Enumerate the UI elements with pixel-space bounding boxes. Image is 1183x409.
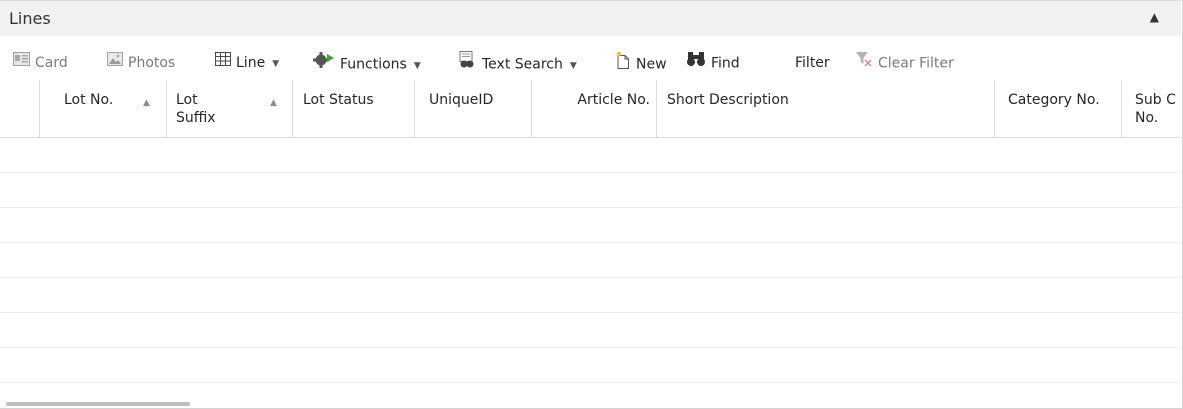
column-header-category-no[interactable]: Category No. <box>994 80 1121 137</box>
sort-ascending-icon: ▲ <box>270 98 277 108</box>
column-label-line-1: Sub C <box>1135 92 1176 108</box>
filter-label: Filter <box>795 55 830 71</box>
table-row[interactable] <box>0 348 1181 383</box>
lines-panel: Lines ▲ Card Photos Line ▼ Functions ▼ T… <box>0 0 1183 409</box>
column-label: UniqueID <box>429 92 494 108</box>
line-menu-button[interactable]: Line ▼ <box>215 52 279 74</box>
table-row[interactable] <box>0 138 1181 173</box>
column-label-line-2: No. <box>1135 110 1159 126</box>
column-header-lot-status[interactable]: Lot Status <box>292 80 414 137</box>
scrollbar-thumb[interactable] <box>6 402 190 406</box>
gear-icon <box>313 51 335 76</box>
column-header-unique-id[interactable]: UniqueID <box>414 80 531 137</box>
column-header-lot-suffix[interactable]: Lot Suffix ▲ <box>166 80 292 137</box>
table-row[interactable] <box>0 208 1181 243</box>
chevron-up-icon[interactable]: ▲ <box>1150 10 1159 24</box>
new-button[interactable]: New <box>615 51 667 76</box>
clear-filter-icon <box>855 51 873 74</box>
column-label: Category No. <box>1008 92 1100 108</box>
clear-filter-label: Clear Filter <box>878 55 954 72</box>
column-label: Lot Status <box>303 92 374 108</box>
functions-menu-button[interactable]: Functions ▼ <box>313 52 421 74</box>
grid-header: Lot No. ▲ Lot Suffix ▲ Lot Status Unique… <box>0 80 1181 138</box>
filter-button[interactable]: Filter <box>795 52 830 74</box>
table-row[interactable] <box>0 278 1181 313</box>
line-label: Line <box>236 55 266 71</box>
column-header-article-no[interactable]: Article No. <box>531 80 656 137</box>
card-label: Card <box>35 55 68 71</box>
chevron-down-icon: ▼ <box>272 59 280 69</box>
new-document-icon <box>615 51 631 76</box>
card-button[interactable]: Card <box>13 52 68 74</box>
horizontal-scrollbar[interactable] <box>0 400 1181 408</box>
column-label: Article No. <box>577 92 650 108</box>
find-button[interactable]: Find <box>686 52 740 74</box>
chevron-down-icon: ▼ <box>413 60 421 71</box>
text-search-icon <box>457 51 477 76</box>
grid-body <box>0 138 1181 398</box>
text-search-label: Text Search <box>482 56 563 73</box>
photos-label: Photos <box>128 55 176 71</box>
column-header-short-description[interactable]: Short Description <box>656 80 994 137</box>
column-label: Short Description <box>667 92 789 108</box>
photos-icon <box>107 51 123 73</box>
toolbar: Card Photos Line ▼ Functions ▼ Text Search… <box>0 48 1181 76</box>
column-header-sub-category-no[interactable]: Sub C No. <box>1121 80 1182 137</box>
panel-header: Lines ▲ <box>0 0 1181 36</box>
table-row[interactable] <box>0 313 1181 348</box>
table-row[interactable] <box>0 243 1181 278</box>
clear-filter-button[interactable]: Clear Filter <box>855 52 954 74</box>
chevron-down-icon: ▼ <box>569 60 577 71</box>
column-header-lot-no[interactable]: Lot No. ▲ <box>39 80 166 137</box>
find-label: Find <box>711 55 740 72</box>
column-label: Lot No. <box>64 92 114 108</box>
card-icon <box>13 51 30 73</box>
binoculars-icon <box>686 51 706 74</box>
photos-button[interactable]: Photos <box>107 52 175 74</box>
panel-title: Lines <box>9 9 51 28</box>
sort-ascending-icon: ▲ <box>143 98 150 108</box>
text-search-menu-button[interactable]: Text Search ▼ <box>457 51 577 76</box>
table-row[interactable] <box>0 173 1181 208</box>
table-grid-icon <box>215 51 231 73</box>
functions-label: Functions <box>340 56 407 73</box>
new-label: New <box>636 56 667 73</box>
